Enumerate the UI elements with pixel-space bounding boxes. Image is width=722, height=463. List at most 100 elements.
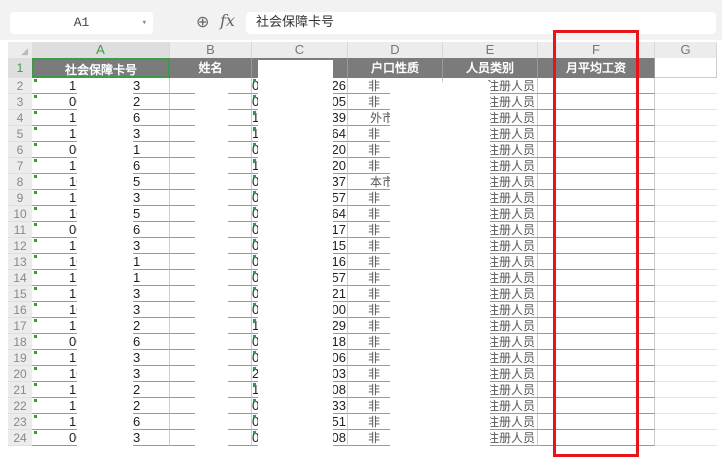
column-header-C[interactable]: C [252, 42, 348, 58]
cell-F[interactable] [538, 174, 655, 190]
row-header[interactable]: 15 [8, 286, 32, 302]
cell-G[interactable] [655, 142, 717, 158]
select-all-corner[interactable]: ◢ [8, 42, 32, 58]
cell-G[interactable] [655, 174, 717, 190]
header-cell[interactable]: 人员类别 [443, 58, 538, 78]
zoom-icon[interactable]: ⊕ [196, 12, 209, 32]
row-header[interactable]: 22 [8, 398, 32, 414]
cell-G[interactable] [655, 350, 717, 366]
cell-text: 57 [331, 190, 346, 205]
row-header[interactable]: 13 [8, 254, 32, 270]
cell-F[interactable] [538, 350, 655, 366]
column-header-A[interactable]: A [32, 42, 170, 58]
cell-F[interactable] [538, 286, 655, 302]
row-header[interactable]: 9 [8, 190, 32, 206]
cell-G[interactable] [655, 206, 717, 222]
error-indicator [34, 95, 37, 98]
cell-F[interactable] [538, 190, 655, 206]
row-header[interactable]: 23 [8, 414, 32, 430]
cell-text: 51 [331, 414, 346, 429]
cell-F[interactable] [538, 414, 655, 430]
row-header[interactable]: 2 [8, 78, 32, 94]
row-header[interactable]: 7 [8, 158, 32, 174]
cell-F[interactable] [538, 318, 655, 334]
cell-F[interactable] [538, 254, 655, 270]
cell-F[interactable] [538, 110, 655, 126]
cell-F[interactable] [538, 94, 655, 110]
row-header[interactable]: 18 [8, 334, 32, 350]
name-box[interactable]: A1 ▾ [10, 12, 153, 34]
column-header-F[interactable]: F [538, 42, 655, 58]
column-header-E[interactable]: E [443, 42, 538, 58]
cell-text: 33 [331, 398, 346, 413]
row-header[interactable]: 24 [8, 430, 32, 446]
cell-F[interactable] [538, 382, 655, 398]
row-header[interactable]: 17 [8, 318, 32, 334]
cell-F[interactable] [538, 302, 655, 318]
cell-G[interactable] [655, 126, 717, 142]
cell-F[interactable] [538, 398, 655, 414]
chevron-down-icon[interactable]: ▾ [142, 12, 147, 34]
row-header[interactable]: 19 [8, 350, 32, 366]
error-indicator [34, 319, 37, 322]
header-cell[interactable]: 户口性质 [348, 58, 443, 78]
header-cell[interactable]: 月平均工资 [538, 58, 655, 78]
column-header-B[interactable]: B [170, 42, 252, 58]
column-header-D[interactable]: D [348, 42, 443, 58]
row-header[interactable]: 21 [8, 382, 32, 398]
cell-G[interactable] [655, 430, 717, 446]
row-header-1[interactable]: 1 [8, 58, 32, 78]
cell-G[interactable] [655, 318, 717, 334]
error-indicator [253, 95, 256, 98]
row-header[interactable]: 8 [8, 174, 32, 190]
error-indicator [253, 175, 256, 178]
cell-F[interactable] [538, 334, 655, 350]
cell-text: 2 [133, 398, 141, 413]
cell-G[interactable] [655, 238, 717, 254]
row-header[interactable]: 16 [8, 302, 32, 318]
row-header[interactable]: 12 [8, 238, 32, 254]
cell-G[interactable] [655, 382, 717, 398]
row-header[interactable]: 10 [8, 206, 32, 222]
cell-G[interactable] [655, 398, 717, 414]
header-cell[interactable]: 姓名 [170, 58, 252, 78]
cell-F[interactable] [538, 78, 655, 94]
cell-G[interactable] [655, 302, 717, 318]
cell-G[interactable] [655, 366, 717, 382]
cell-G[interactable] [655, 286, 717, 302]
header-cell-G[interactable] [655, 58, 717, 78]
cell-F[interactable] [538, 158, 655, 174]
cell-text: 39 [331, 110, 346, 125]
cell-G[interactable] [655, 94, 717, 110]
cell-F[interactable] [538, 206, 655, 222]
cell-G[interactable] [655, 78, 717, 94]
cell-F[interactable] [538, 222, 655, 238]
row-header[interactable]: 3 [8, 94, 32, 110]
cell-G[interactable] [655, 334, 717, 350]
cell-G[interactable] [655, 190, 717, 206]
error-indicator [34, 351, 37, 354]
cell-F[interactable] [538, 366, 655, 382]
cell-G[interactable] [655, 158, 717, 174]
fx-button[interactable]: fx [220, 11, 235, 30]
error-indicator [253, 335, 256, 338]
cell-F[interactable] [538, 270, 655, 286]
formula-input[interactable]: 社会保障卡号 [246, 12, 716, 34]
cell-F[interactable] [538, 142, 655, 158]
row-header[interactable]: 4 [8, 110, 32, 126]
cell-F[interactable] [538, 430, 655, 446]
cell-G[interactable] [655, 254, 717, 270]
cell-G[interactable] [655, 110, 717, 126]
cell-F[interactable] [538, 238, 655, 254]
header-cell[interactable]: 社会保障卡号 [32, 58, 170, 78]
column-header-G[interactable]: G [655, 42, 717, 58]
cell-G[interactable] [655, 414, 717, 430]
row-header[interactable]: 14 [8, 270, 32, 286]
cell-G[interactable] [655, 222, 717, 238]
row-header[interactable]: 5 [8, 126, 32, 142]
row-header[interactable]: 20 [8, 366, 32, 382]
cell-G[interactable] [655, 270, 717, 286]
row-header[interactable]: 11 [8, 222, 32, 238]
row-header[interactable]: 6 [8, 142, 32, 158]
cell-F[interactable] [538, 126, 655, 142]
